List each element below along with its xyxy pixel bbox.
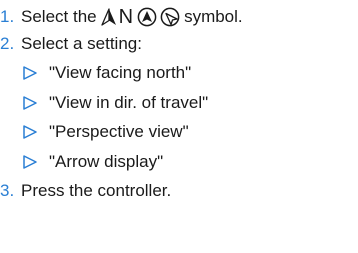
perspective-arrow-filled-icon bbox=[137, 7, 157, 27]
north-letter-icon: N bbox=[118, 6, 134, 28]
step-1: 1. Select the N symbol. bbox=[0, 2, 243, 32]
step-3: 3. Press the controller. bbox=[0, 176, 171, 206]
step-1-text-after: symbol. bbox=[184, 7, 243, 26]
triangle-bullet-icon bbox=[22, 65, 40, 81]
step-1-text-before: Select the bbox=[21, 7, 97, 26]
triangle-bullet-icon bbox=[22, 95, 40, 111]
instruction-list: 1. Select the N symbol. 2. Select a sett… bbox=[0, 0, 358, 253]
option-item: "View facing north" bbox=[22, 58, 191, 88]
step-2: 2. Select a setting: bbox=[0, 29, 142, 59]
triangle-bullet-icon bbox=[22, 154, 40, 170]
step-3-text: Press the controller. bbox=[21, 181, 172, 200]
step-1-number: 1. bbox=[0, 7, 15, 26]
option-item: "Perspective view" bbox=[22, 117, 189, 147]
compass-arrow-icon bbox=[100, 8, 117, 26]
option-label: "Arrow display" bbox=[49, 152, 164, 171]
perspective-arrow-outline-icon bbox=[160, 7, 181, 27]
option-label: "View facing north" bbox=[49, 63, 192, 82]
symbol-group: N bbox=[100, 6, 181, 28]
step-3-number: 3. bbox=[0, 181, 15, 200]
option-label: "Perspective view" bbox=[49, 122, 189, 141]
step-2-text: Select a setting: bbox=[21, 34, 142, 53]
step-2-number: 2. bbox=[0, 34, 15, 53]
option-item: "View in dir. of travel" bbox=[22, 88, 208, 118]
triangle-bullet-icon bbox=[22, 124, 40, 140]
option-item: "Arrow display" bbox=[22, 147, 163, 177]
option-label: "View in dir. of travel" bbox=[49, 93, 209, 112]
